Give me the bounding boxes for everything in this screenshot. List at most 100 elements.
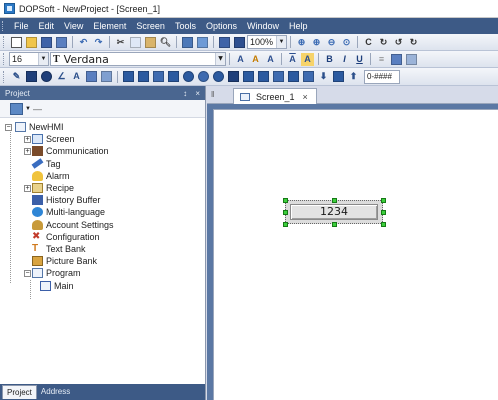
font-reset-icon[interactable]: A	[264, 53, 277, 66]
align-left-icon[interactable]: ≡	[375, 53, 388, 66]
expander-icon[interactable]: −	[24, 269, 31, 277]
lamp-element-icon[interactable]	[182, 70, 195, 83]
text-icon[interactable]: A	[70, 70, 83, 83]
zoom-in-icon[interactable]: ⊕	[310, 36, 323, 49]
expander-icon[interactable]: +	[24, 147, 31, 155]
tree-item-picture-bank[interactable]: Picture Bank	[0, 255, 205, 267]
menu-screen[interactable]: Screen	[131, 18, 170, 34]
tree-item-history-buffer[interactable]: History Buffer	[0, 194, 205, 206]
expander-icon[interactable]: +	[24, 184, 31, 192]
tab-pin-icon[interactable]: ‖	[211, 90, 214, 99]
collapse-icon[interactable]: —	[33, 104, 42, 114]
menu-tools[interactable]: Tools	[170, 18, 201, 34]
grid-icon[interactable]	[100, 70, 113, 83]
table-icon[interactable]	[85, 70, 98, 83]
tree-item-program[interactable]: − Program	[0, 267, 205, 279]
tree-item-configuration[interactable]: ✖ Configuration	[0, 231, 205, 243]
cut-icon[interactable]: ✂	[114, 36, 127, 49]
menu-file[interactable]: File	[9, 18, 34, 34]
download-icon[interactable]	[196, 36, 209, 49]
polyline-icon[interactable]: ∠	[55, 70, 68, 83]
redo-icon[interactable]: ↷	[92, 36, 105, 49]
table-element-icon[interactable]	[302, 70, 315, 83]
new-file-icon[interactable]	[10, 36, 23, 49]
menu-element[interactable]: Element	[88, 18, 131, 34]
chart-element-icon[interactable]	[257, 70, 270, 83]
paste-icon[interactable]	[144, 36, 157, 49]
copy-icon[interactable]	[129, 36, 142, 49]
compile-icon[interactable]	[181, 36, 194, 49]
sheet-element-icon[interactable]	[332, 70, 345, 83]
tree-item-alarm[interactable]: Alarm	[0, 170, 205, 182]
tree-item-recipe[interactable]: + Recipe	[0, 182, 205, 194]
transfer-icon[interactable]	[233, 36, 246, 49]
open-folder-icon[interactable]	[25, 36, 38, 49]
tab-address[interactable]: Address	[37, 385, 74, 399]
tree-item-screen[interactable]: + Screen	[0, 133, 205, 145]
rotate-icon[interactable]: ↺	[392, 36, 405, 49]
menu-window[interactable]: Window	[242, 18, 284, 34]
text-highlight-icon[interactable]: A	[301, 52, 314, 66]
hmi-select-icon[interactable]	[10, 102, 23, 115]
tree-root[interactable]: − NewHMI	[0, 121, 205, 133]
italic-button[interactable]: I	[338, 53, 351, 66]
save-all-icon[interactable]	[55, 36, 68, 49]
undo-icon[interactable]: ↶	[77, 36, 90, 49]
tree-item-account-settings[interactable]: Account Settings	[0, 219, 205, 231]
expander-icon[interactable]: +	[24, 135, 31, 143]
upload-element-icon[interactable]: ⬆	[347, 70, 360, 83]
circle-icon[interactable]	[40, 70, 53, 83]
chevron-down-icon[interactable]: ▼	[25, 106, 31, 112]
print-icon[interactable]	[218, 36, 231, 49]
tree-item-multi-language[interactable]: Multi-language	[0, 206, 205, 218]
text-align-icon[interactable]: A	[286, 53, 299, 66]
rectangle-icon[interactable]	[25, 70, 38, 83]
tab-screen-1[interactable]: Screen_1 ×	[233, 88, 317, 104]
font-name-select[interactable]: T Verdana ▼	[50, 52, 226, 66]
screen-canvas[interactable]: 1234	[213, 109, 498, 400]
pin-icon[interactable]: ↕	[183, 89, 187, 98]
close-icon[interactable]: ×	[303, 92, 308, 102]
menu-edit[interactable]: Edit	[34, 18, 60, 34]
resize-handle[interactable]	[332, 198, 337, 203]
gauge-element-icon[interactable]	[212, 70, 225, 83]
tree-item-communication[interactable]: + Communication	[0, 145, 205, 157]
meter-element-icon[interactable]	[137, 70, 150, 83]
menu-help[interactable]: Help	[284, 18, 313, 34]
button-element-icon[interactable]	[122, 70, 135, 83]
save-icon[interactable]	[40, 36, 53, 49]
font-grow-icon[interactable]: A	[234, 53, 247, 66]
rotate-left-icon[interactable]: C	[362, 36, 375, 49]
pipe-element-icon[interactable]	[167, 70, 180, 83]
close-icon[interactable]: ×	[195, 89, 200, 98]
input-element-icon[interactable]	[242, 70, 255, 83]
tab-project[interactable]: Project	[2, 385, 37, 399]
resize-handle[interactable]	[332, 222, 337, 227]
zoom-fit-icon[interactable]: ⊕	[295, 36, 308, 49]
pen-icon[interactable]: ✎	[10, 70, 23, 83]
trend-element-icon[interactable]	[272, 70, 285, 83]
resize-handle[interactable]	[381, 210, 386, 215]
menu-options[interactable]: Options	[201, 18, 242, 34]
display-element-icon[interactable]	[227, 70, 240, 83]
resize-handle[interactable]	[381, 198, 386, 203]
menu-view[interactable]: View	[59, 18, 88, 34]
rotate-right-icon[interactable]: ↻	[377, 36, 390, 49]
tree-item-main[interactable]: Main	[0, 279, 205, 291]
refresh-icon[interactable]: ↻	[407, 36, 420, 49]
resize-handle[interactable]	[283, 198, 288, 203]
underline-button[interactable]: U	[353, 53, 366, 66]
font-size-select[interactable]: 16 ▼	[9, 52, 49, 66]
resize-handle[interactable]	[283, 222, 288, 227]
tree-item-tag[interactable]: Tag	[0, 157, 205, 170]
numeric-display-element[interactable]: 1234	[283, 198, 386, 227]
align-center-icon[interactable]	[390, 53, 403, 66]
bar-element-icon[interactable]	[152, 70, 165, 83]
bold-button[interactable]: B	[323, 53, 336, 66]
zoom-out-icon[interactable]: ⊖	[325, 36, 338, 49]
resize-handle[interactable]	[381, 222, 386, 227]
pie-element-icon[interactable]	[197, 70, 210, 83]
resize-handle[interactable]	[283, 210, 288, 215]
download-element-icon[interactable]: ⬇	[317, 70, 330, 83]
expander-icon[interactable]: −	[5, 123, 12, 131]
